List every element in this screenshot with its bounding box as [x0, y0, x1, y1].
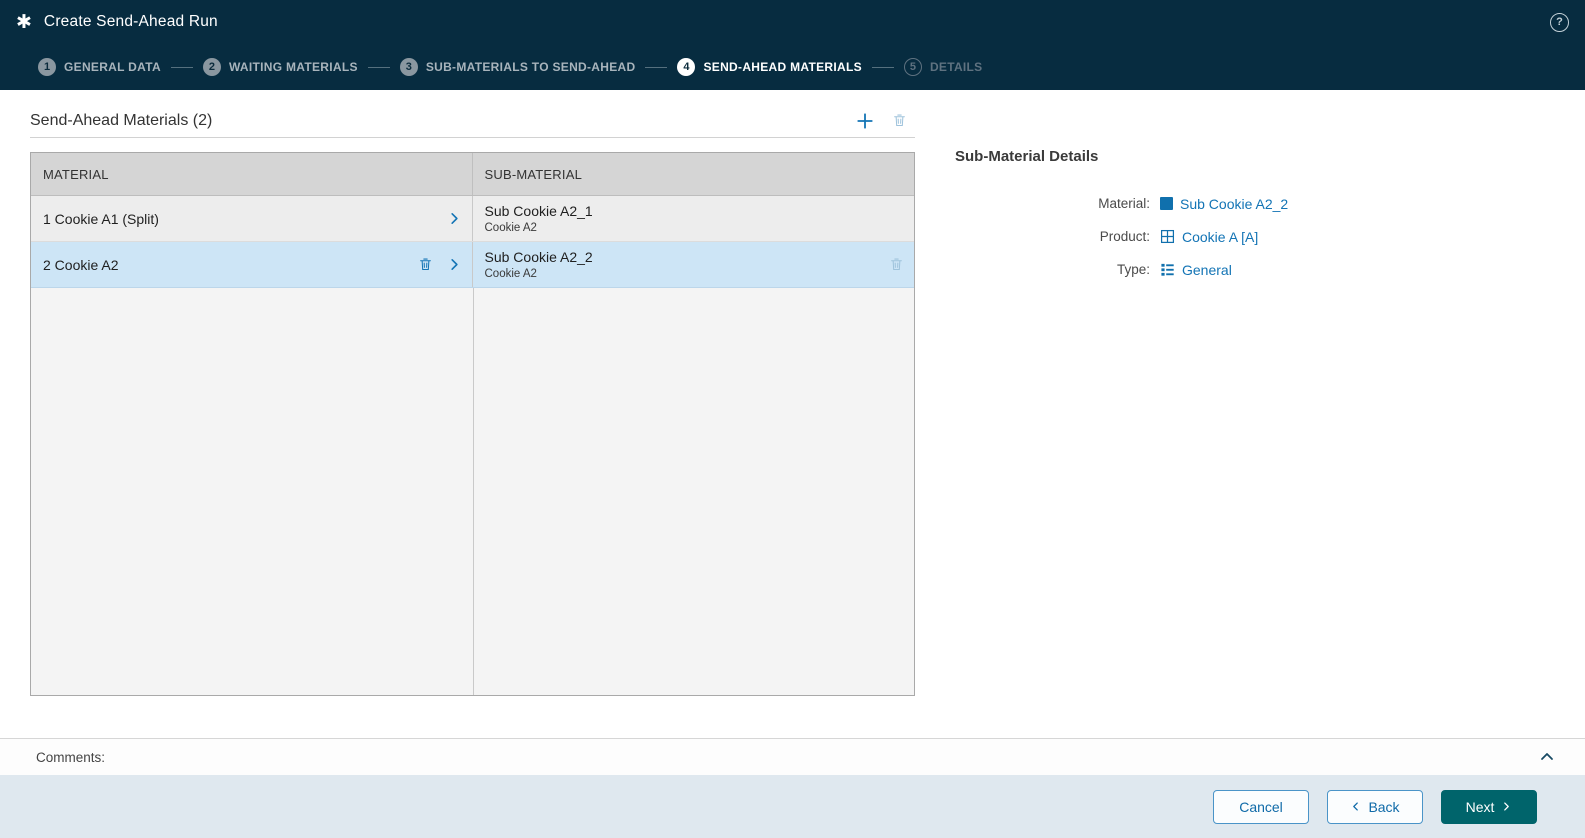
chevron-left-icon — [1353, 802, 1359, 811]
sub-material-details-panel: Sub-Material Details Material: Sub Cooki… — [955, 148, 1555, 286]
sub-material-cell[interactable]: Sub Cookie A2_2 Cookie A2 — [473, 242, 915, 287]
table-toolbar — [856, 112, 915, 130]
step-connector — [170, 66, 193, 68]
step-number: 4 — [677, 58, 696, 76]
trash-icon[interactable] — [418, 257, 433, 272]
step-number: 5 — [903, 58, 922, 76]
detail-field-material: Material: Sub Cookie A2_2 — [955, 187, 1555, 220]
step-label: GENERAL DATA — [64, 60, 161, 74]
chevron-right-icon[interactable] — [447, 211, 462, 226]
step-connector — [367, 66, 390, 68]
wizard-step-sub-materials[interactable]: 3 SUB-MATERIALS TO SEND-AHEAD — [399, 58, 636, 76]
table-header-row: MATERIAL SUB-MATERIAL — [31, 153, 914, 196]
main-content: Send-Ahead Materials (2) MATERIAL SUB-MA… — [0, 90, 1585, 738]
material-cell[interactable]: 1 Cookie A1 (Split) — [31, 196, 473, 241]
product-link-text: Cookie A [A] — [1182, 228, 1259, 245]
wizard-step-waiting-materials[interactable]: 2 WAITING MATERIALS — [202, 58, 358, 76]
section-title: Send-Ahead Materials (2) — [30, 111, 213, 129]
field-label: Material: — [1098, 196, 1150, 211]
step-label: SUB-MATERIALS TO SEND-AHEAD — [425, 60, 636, 74]
sub-material-parent: Cookie A2 — [484, 268, 537, 280]
plus-icon — [857, 112, 873, 129]
field-label: Type: — [1116, 262, 1150, 277]
cancel-button[interactable]: Cancel — [1213, 789, 1309, 824]
trash-icon — [894, 114, 905, 126]
wizard-step-send-ahead-materials[interactable]: 4 SEND-AHEAD MATERIALS — [677, 58, 862, 76]
delete-rows-button[interactable] — [892, 113, 907, 128]
sub-material-name: Sub Cookie A2_1 — [484, 203, 593, 219]
material-icon — [1160, 197, 1173, 210]
row-actions — [447, 211, 462, 226]
material-name: 2 Cookie A2 — [43, 256, 119, 273]
sub-material-name: Sub Cookie A2_2 — [484, 249, 593, 265]
sub-material-text: Sub Cookie A2_2 Cookie A2 — [485, 249, 593, 280]
wizard-step-general-data[interactable]: 1 GENERAL DATA — [38, 58, 161, 76]
app-asterisk-icon: ✱ — [16, 11, 32, 33]
step-label: WAITING MATERIALS — [228, 60, 358, 74]
footer-action-bar: Cancel Back Next — [0, 775, 1585, 838]
cancel-button-label: Cancel — [1239, 798, 1283, 815]
table-body: 1 Cookie A1 (Split) Sub Cookie A2_1 Cook… — [31, 196, 914, 695]
chevron-up-icon — [1541, 753, 1553, 760]
chevron-right-icon[interactable] — [447, 257, 462, 272]
page-title: Create Send-Ahead Run — [43, 13, 218, 30]
step-connector — [871, 66, 894, 68]
product-link[interactable]: Cookie A [A] — [1160, 229, 1555, 245]
send-ahead-materials-table: MATERIAL SUB-MATERIAL 1 Cookie A1 (Split… — [30, 152, 915, 696]
chevron-right-icon — [1504, 802, 1510, 811]
step-number: 3 — [399, 58, 418, 76]
product-icon — [1160, 229, 1175, 244]
detail-field-product: Product: Cookie A [A] — [955, 220, 1555, 253]
material-cell[interactable]: 2 Cookie A2 — [31, 242, 473, 287]
type-list-icon — [1161, 263, 1174, 276]
row-actions — [418, 257, 462, 272]
next-button-label: Next — [1465, 798, 1495, 815]
details-panel-title: Sub-Material Details — [955, 148, 1099, 165]
back-button-label: Back — [1368, 798, 1400, 815]
add-row-button[interactable] — [856, 112, 874, 130]
comments-label: Comments: — [36, 749, 106, 765]
material-link-text: Sub Cookie A2_2 — [1180, 195, 1289, 212]
step-number: 2 — [202, 58, 221, 76]
step-label: SEND-AHEAD MATERIALS — [703, 60, 862, 74]
wizard-step-details[interactable]: 5 DETAILS — [903, 58, 983, 76]
wizard-steps: 1 GENERAL DATA 2 WAITING MATERIALS 3 SUB… — [0, 44, 1585, 90]
next-button[interactable]: Next — [1441, 789, 1537, 824]
trash-icon[interactable] — [889, 257, 904, 272]
comments-bar: Comments: — [0, 738, 1585, 775]
help-icon[interactable]: ? — [1550, 12, 1569, 32]
type-link[interactable]: General — [1160, 262, 1555, 278]
app-header: ✱ Create Send-Ahead Run ? — [0, 0, 1585, 44]
sub-material-parent: Cookie A2 — [484, 222, 537, 234]
column-header-sub-material: SUB-MATERIAL — [484, 166, 583, 182]
material-link[interactable]: Sub Cookie A2_2 — [1160, 196, 1555, 212]
sub-material-cell[interactable]: Sub Cookie A2_1 Cookie A2 — [473, 196, 915, 241]
comments-collapse-button[interactable] — [1539, 749, 1555, 765]
step-number: 1 — [38, 58, 56, 76]
step-connector — [645, 66, 668, 68]
type-link-text: General — [1182, 261, 1232, 278]
sub-material-text: Sub Cookie A2_1 Cookie A2 — [485, 203, 593, 234]
column-header-material: MATERIAL — [31, 153, 473, 195]
detail-field-type: Type: General — [955, 253, 1555, 286]
field-label: Product: — [1099, 229, 1150, 244]
back-button[interactable]: Back — [1327, 789, 1423, 824]
step-label: DETAILS — [929, 60, 983, 74]
table-row[interactable]: 1 Cookie A1 (Split) Sub Cookie A2_1 Cook… — [31, 196, 914, 242]
table-row-selected[interactable]: 2 Cookie A2 Sub Cookie A2_2 Cookie A2 — [31, 242, 914, 288]
material-name: 1 Cookie A1 (Split) — [43, 210, 159, 227]
section-header: Send-Ahead Materials (2) — [30, 104, 915, 138]
